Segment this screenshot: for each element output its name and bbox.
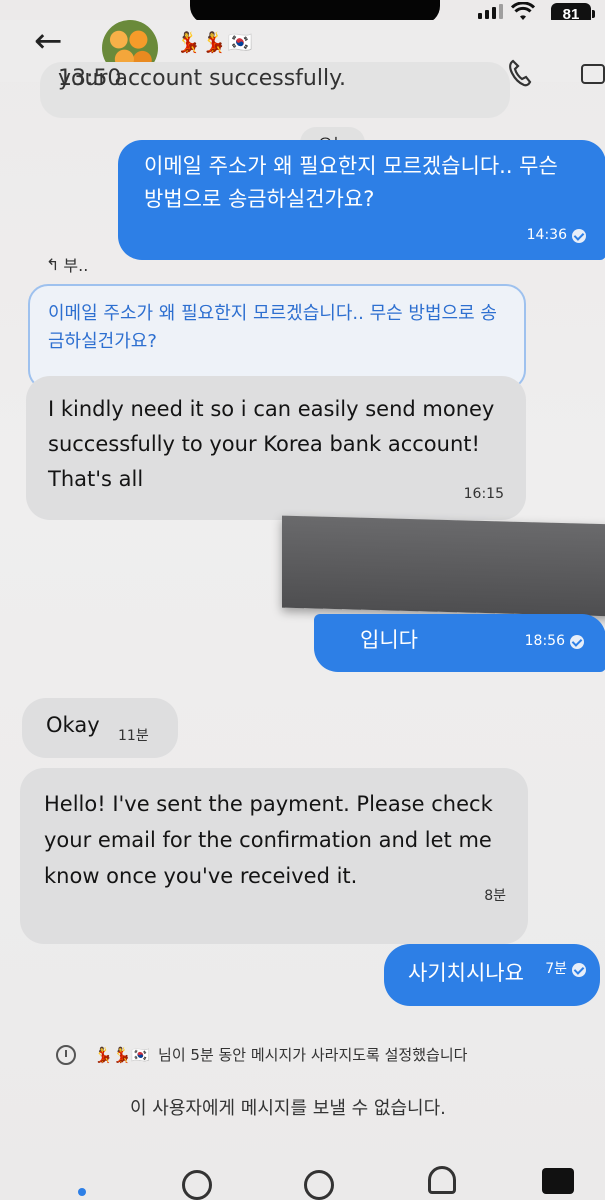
message-text: 이메일 주소가 왜 필요한지 모르겠습니다.. 무슨 방법으로 송금하실건가요? — [144, 154, 558, 211]
previous-message-time: 13:50 — [58, 66, 122, 91]
message-time: 8분 — [484, 888, 506, 904]
bell-icon[interactable] — [428, 1166, 456, 1194]
read-check-icon — [572, 962, 586, 977]
message-text: 사기치시나요 — [408, 961, 524, 985]
home-indicator-icon[interactable] — [78, 1188, 86, 1196]
quoted-message[interactable]: 이메일 주소가 왜 필요한지 모르겠습니다.. 무슨 방법으로 송금하실건가요? — [28, 284, 526, 390]
message-received[interactable]: Hello! I've sent the payment. Please che… — [20, 768, 528, 944]
video-icon[interactable] — [581, 64, 605, 84]
reply-arrow-icon: ↰ — [46, 254, 60, 274]
message-text: 입니다 — [360, 628, 418, 652]
message-time: 11분 — [118, 728, 149, 744]
signal-icon — [478, 4, 503, 19]
redacted-block — [282, 515, 605, 617]
mail-icon[interactable] — [542, 1168, 574, 1194]
message-sent[interactable]: 입니다 18:56 — [314, 614, 605, 672]
back-arrow-icon[interactable]: ← — [34, 24, 63, 58]
notice-user: 💃💃🇰🇷 — [94, 1045, 151, 1064]
message-meta: 18:56 — [525, 625, 584, 658]
chat-screen: 81 ← 💃💃🇰🇷 5분 your account successfully. … — [0, 0, 605, 1200]
message-time: 18:56 — [524, 633, 565, 649]
message-meta: 7분 — [545, 953, 586, 986]
message-sent[interactable]: 사기치시나요 7분 — [384, 944, 600, 1006]
message-meta: 14:36 — [527, 219, 586, 252]
message-meta: 8분 — [484, 878, 506, 914]
message-time: 14:36 — [526, 227, 567, 243]
read-check-icon — [572, 228, 586, 243]
message-text: I kindly need it so i can easily send mo… — [48, 397, 495, 491]
read-check-icon — [570, 634, 584, 649]
notice-text: 님이 5분 동안 메시지가 사라지도록 설정했습니다 — [158, 1046, 468, 1064]
message-time: 7분 — [545, 961, 567, 977]
search-icon[interactable] — [182, 1170, 212, 1200]
message-time: 16:15 — [463, 486, 504, 502]
message-received[interactable]: I kindly need it so i can easily send mo… — [26, 376, 526, 520]
explore-icon[interactable] — [304, 1170, 334, 1200]
message-received[interactable]: Okay 11분 — [22, 698, 178, 758]
previous-message-bubble: your account successfully. 13:50 — [40, 62, 510, 118]
reply-label: ↰ 부.. — [46, 254, 89, 276]
message-text: Okay — [46, 713, 100, 737]
disappearing-notice: 💃💃🇰🇷 님이 5분 동안 메시지가 사라지도록 설정했습니다 — [56, 1044, 596, 1065]
timer-icon — [56, 1044, 76, 1065]
bottom-nav — [0, 1150, 605, 1200]
message-text: Hello! I've sent the payment. Please che… — [44, 792, 493, 888]
cannot-message-notice: 이 사용자에게 메시지를 보낼 수 없습니다. — [130, 1098, 446, 1119]
wifi-icon — [511, 2, 535, 20]
message-sent[interactable]: 이메일 주소가 왜 필요한지 모르겠습니다.. 무슨 방법으로 송금하실건가요?… — [118, 140, 605, 260]
phone-icon[interactable] — [507, 58, 533, 88]
message-meta: 16:15 — [464, 477, 504, 512]
message-meta: 11분 — [118, 720, 149, 753]
contact-name[interactable]: 💃💃🇰🇷 — [176, 30, 254, 54]
